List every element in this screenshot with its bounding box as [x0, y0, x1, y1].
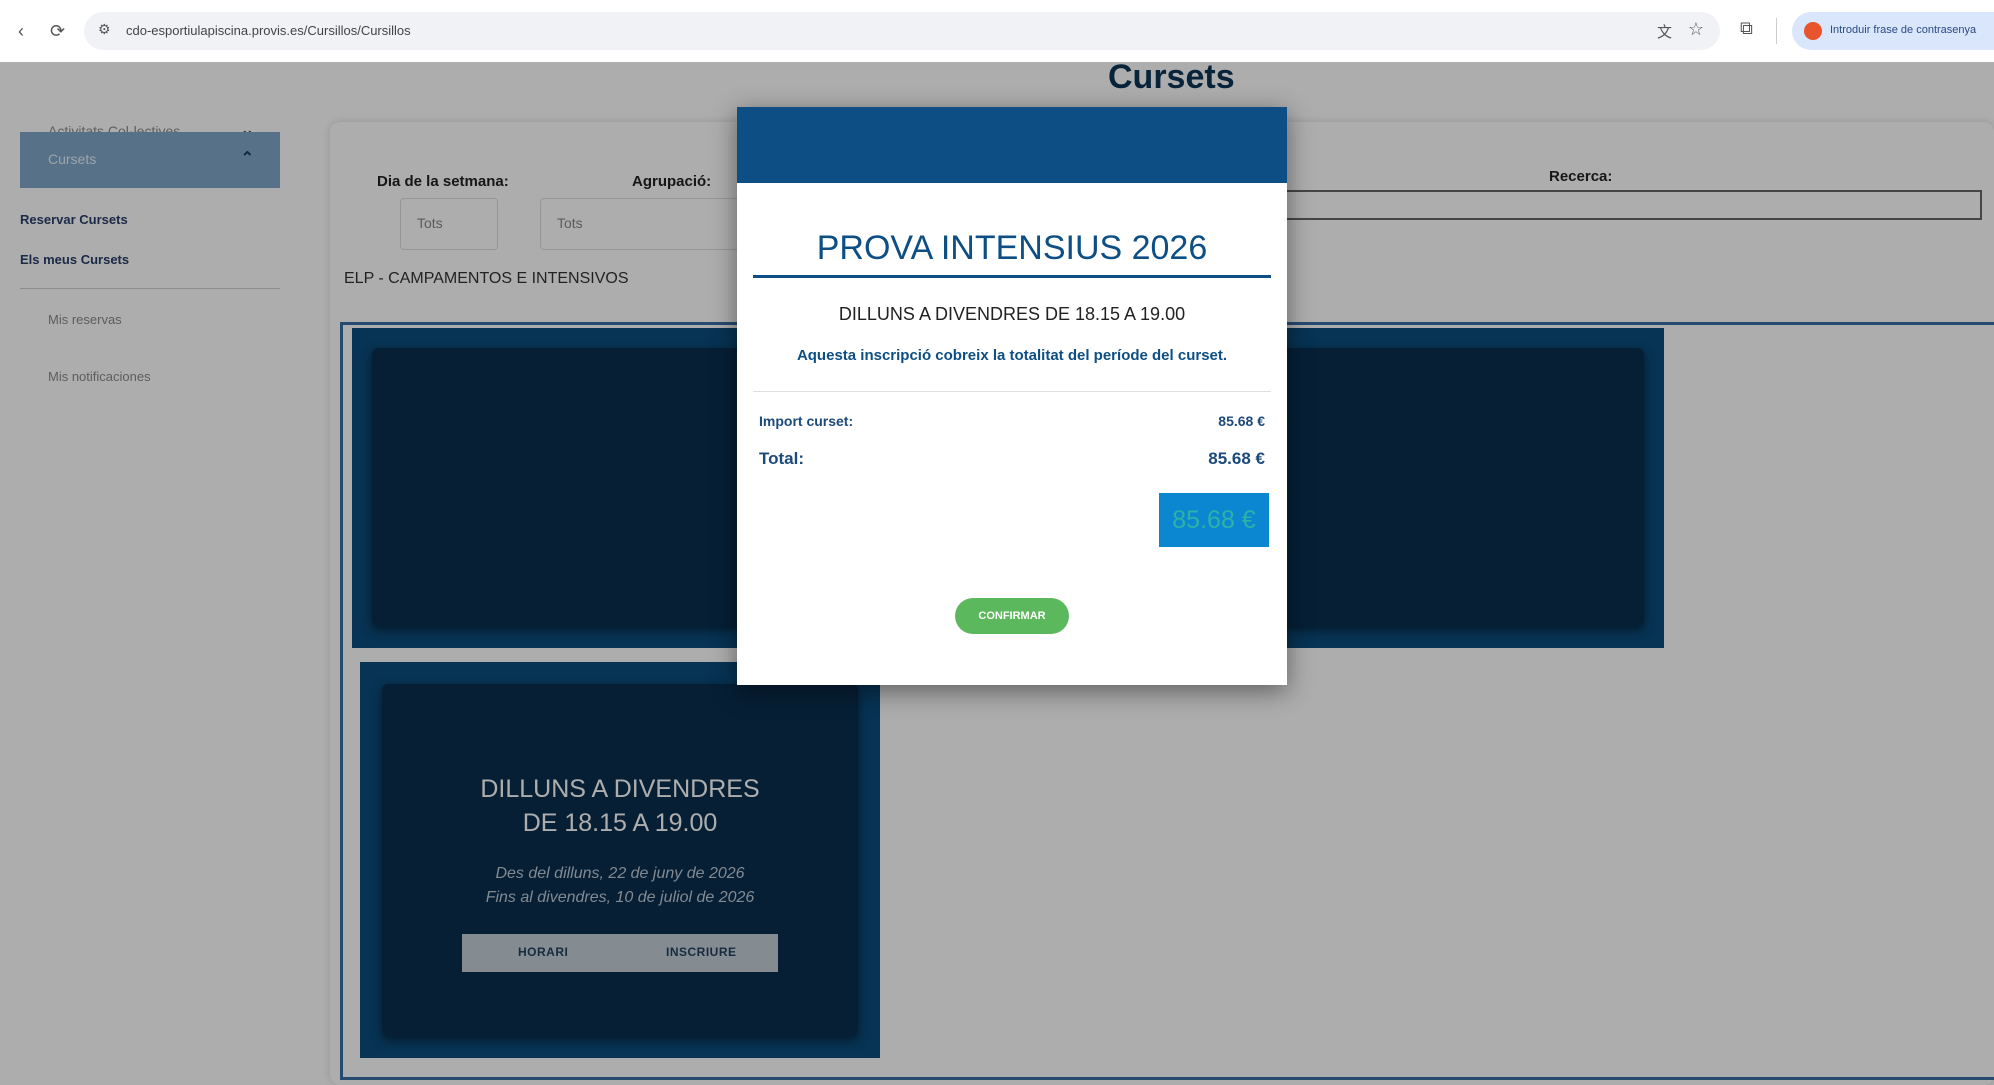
bookmark-star-icon[interactable]: ☆	[1688, 19, 1704, 40]
profile-avatar-icon	[1804, 22, 1822, 40]
import-label: Import curset:	[759, 413, 854, 429]
url-text: cdo-esportiulapiscina.provis.es/Cursillo…	[126, 23, 411, 38]
total-value: 85.68 €	[1208, 449, 1265, 468]
browser-toolbar: ‹ ⟳ ⚙ cdo-esportiulapiscina.provis.es/Cu…	[0, 0, 1994, 62]
reload-icon[interactable]: ⟳	[50, 20, 65, 42]
confirm-button[interactable]: CONFIRMAR	[955, 598, 1069, 634]
password-prompt-chip[interactable]: Introduir frase de contrasenya	[1792, 12, 1994, 50]
modal-title: PROVA INTENSIUS 2026	[816, 229, 1208, 267]
enrollment-modal: PROVA INTENSIUS 2026 DILLUNS A DIVENDRES…	[737, 107, 1287, 685]
site-info-icon[interactable]: ⚙	[98, 21, 111, 38]
address-bar[interactable]: ⚙ cdo-esportiulapiscina.provis.es/Cursil…	[84, 12, 1720, 50]
title-divider	[753, 275, 1271, 278]
modal-divider	[753, 391, 1271, 392]
back-icon[interactable]: ‹	[18, 20, 24, 42]
total-amount-button[interactable]: 85.68 €	[1159, 493, 1269, 547]
total-label: Total:	[759, 449, 805, 468]
modal-header	[737, 107, 1287, 183]
modal-schedule: DILLUNS A DIVENDRES DE 18.15 A 19.00	[838, 304, 1186, 324]
extensions-icon[interactable]: ⧉	[1740, 18, 1753, 39]
import-value: 85.68 €	[1218, 413, 1265, 429]
translate-icon[interactable]: 文	[1657, 21, 1672, 42]
toolbar-divider	[1776, 18, 1777, 44]
password-prompt-text: Introduir frase de contrasenya	[1830, 24, 1977, 36]
modal-note: Aquesta inscripció cobreix la totalitat …	[796, 347, 1228, 364]
